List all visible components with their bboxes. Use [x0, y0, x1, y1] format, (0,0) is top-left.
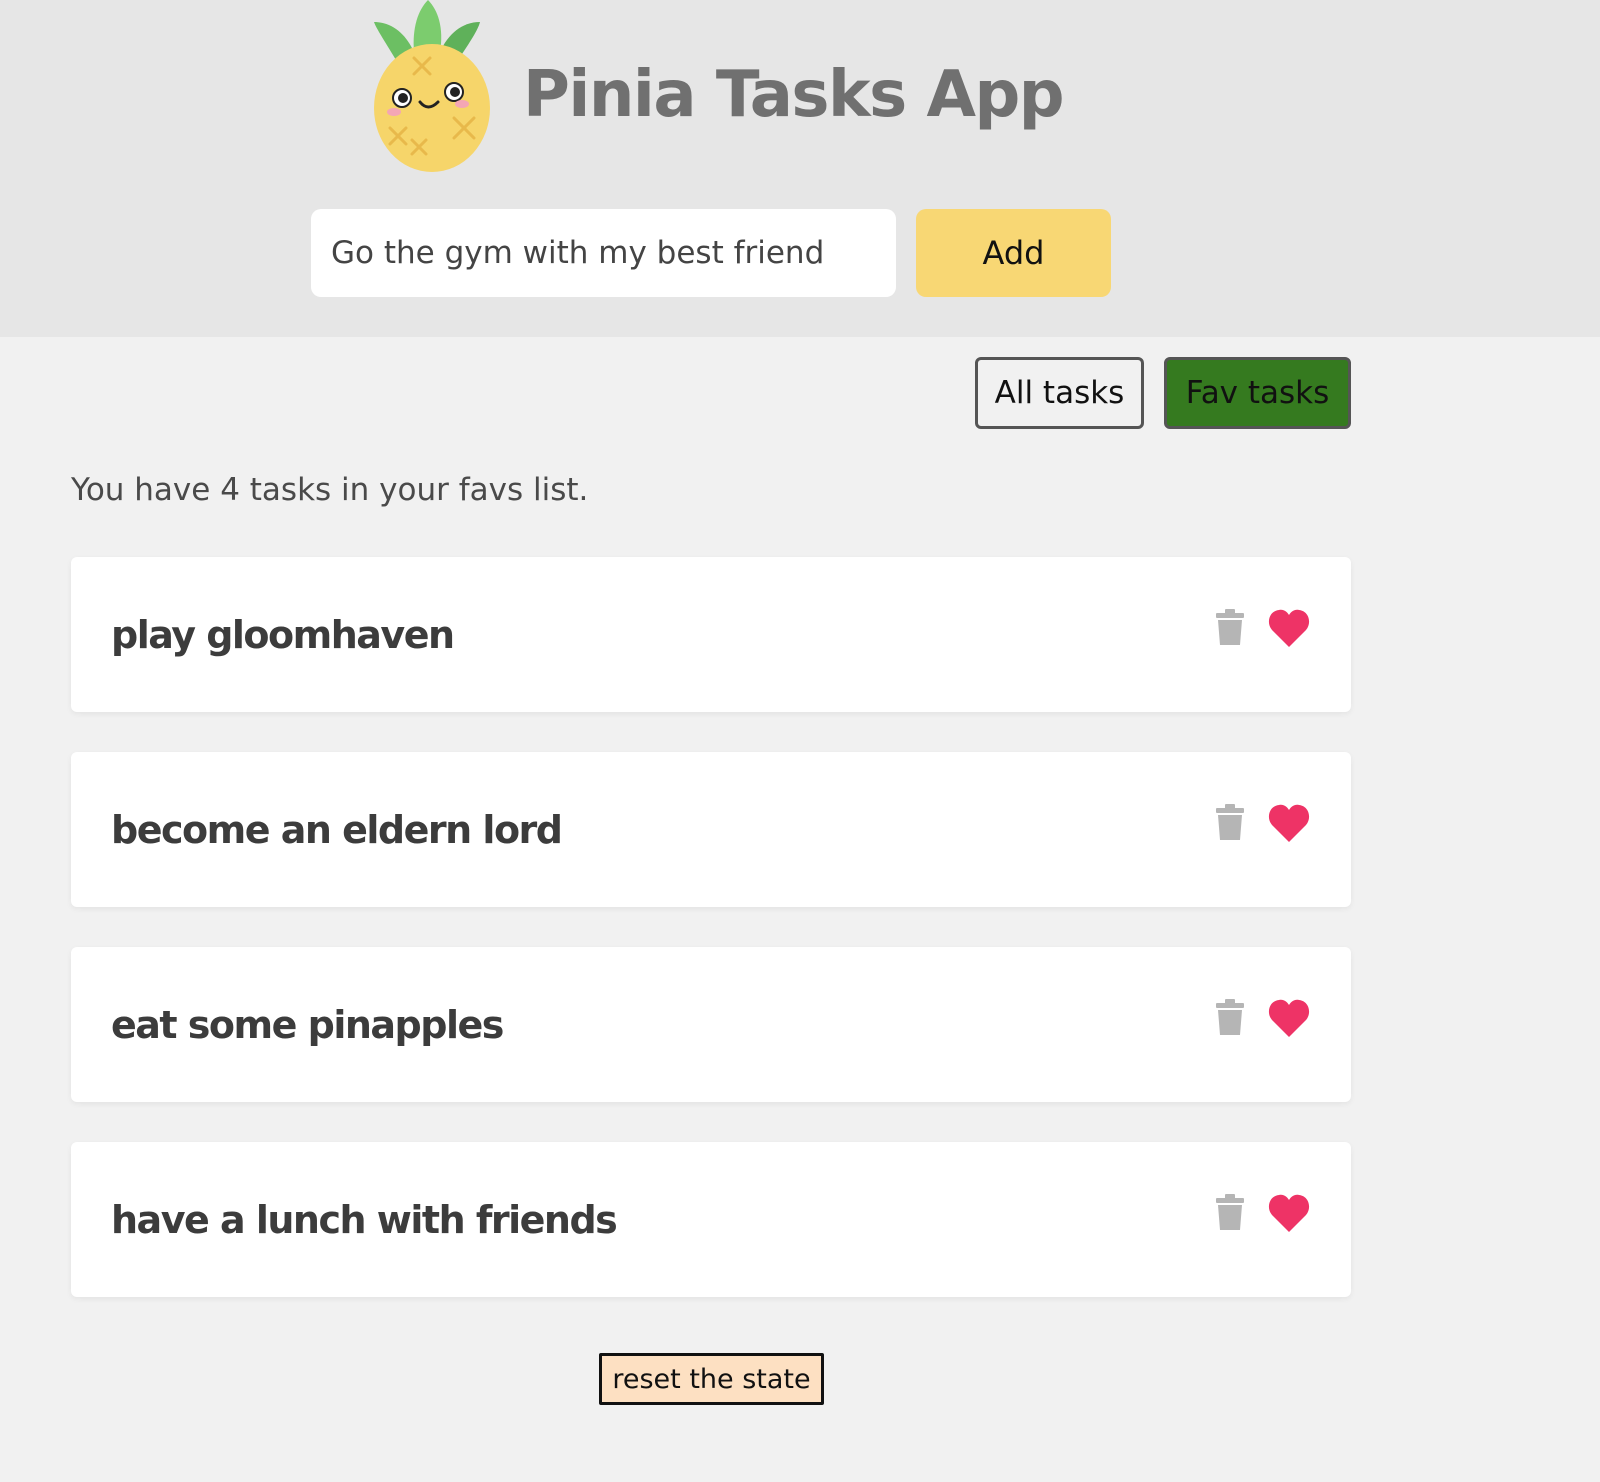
app-title: Pinia Tasks App — [523, 58, 1065, 132]
heart-icon[interactable] — [1268, 1194, 1310, 1232]
reset-state-button[interactable]: reset the state — [599, 1353, 824, 1405]
trash-icon[interactable] — [1216, 1194, 1244, 1230]
trash-icon[interactable] — [1216, 804, 1244, 840]
task-title: become an eldern lord — [111, 807, 563, 852]
trash-icon[interactable] — [1216, 609, 1244, 645]
heart-icon[interactable] — [1268, 804, 1310, 842]
heart-icon[interactable] — [1268, 999, 1310, 1037]
task-item: become an eldern lord — [71, 752, 1351, 907]
new-task-input[interactable] — [311, 209, 896, 297]
heart-icon[interactable] — [1268, 609, 1310, 647]
task-title: have a lunch with friends — [111, 1197, 618, 1242]
all-tasks-button[interactable]: All tasks — [975, 357, 1144, 429]
task-list: play gloomhaven become an eldern lord ea… — [71, 557, 1351, 1337]
trash-icon[interactable] — [1216, 999, 1244, 1035]
task-item: eat some pinapples — [71, 947, 1351, 1102]
add-task-button[interactable]: Add — [916, 209, 1111, 297]
task-item: have a lunch with friends — [71, 1142, 1351, 1297]
task-title: eat some pinapples — [111, 1002, 504, 1047]
app-header: Pinia Tasks App Add — [0, 0, 1600, 337]
task-title: play gloomhaven — [111, 612, 455, 657]
pineapple-logo-icon — [374, 0, 490, 172]
task-item: play gloomhaven — [71, 557, 1351, 712]
fav-tasks-button[interactable]: Fav tasks — [1164, 357, 1351, 429]
tasks-summary: You have 4 tasks in your favs list. — [71, 472, 589, 508]
